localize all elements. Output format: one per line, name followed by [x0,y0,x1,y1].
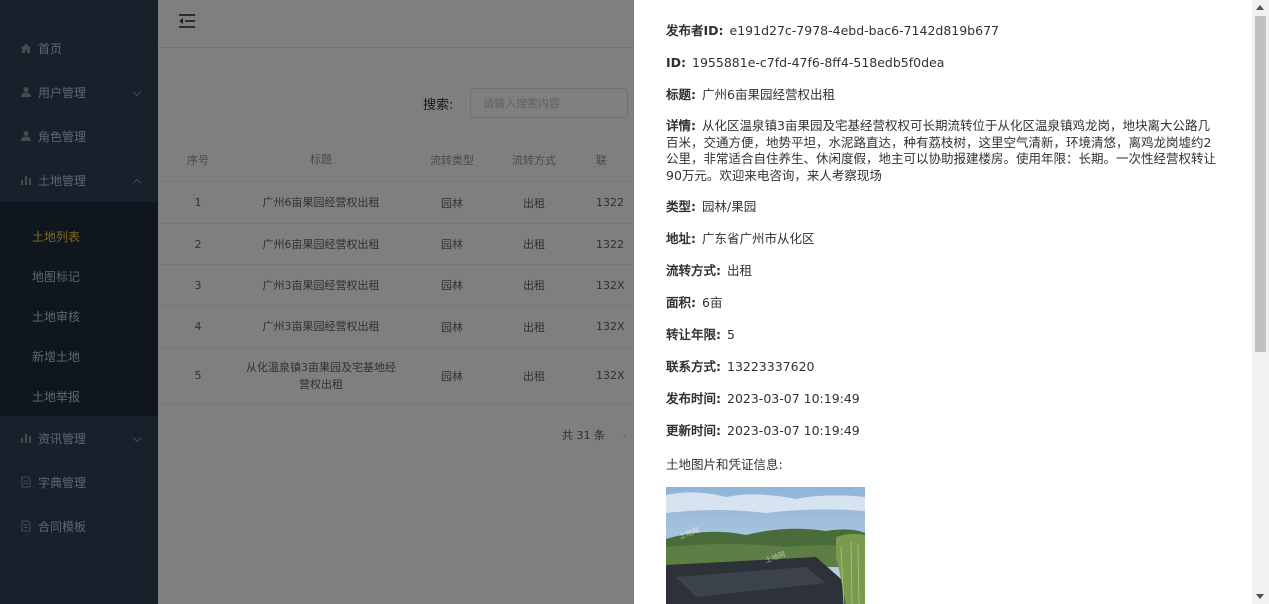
field-detail: 详情: 从化区温泉镇3亩果园及宅基经营权权可长期流转位于从化区温泉镇鸡龙岗，地块离… [666,118,1221,184]
field-key: 流转方式: [666,263,721,278]
field-key: 发布时间: [666,391,721,406]
field-value: 广州6亩果园经营权出租 [702,87,835,102]
field-update-time: 更新时间: 2023-03-07 10:19:49 [666,422,1221,440]
field-title: 标题: 广州6亩果园经营权出租 [666,86,1221,104]
field-value: 2023-03-07 10:19:49 [727,391,860,406]
field-key: 发布者ID: [666,23,724,38]
field-address: 地址: 广东省广州市从化区 [666,230,1221,248]
field-value: 6亩 [702,295,723,310]
field-value: 5 [727,327,735,342]
field-area: 面积: 6亩 [666,294,1221,312]
field-key: 更新时间: [666,423,721,438]
field-key: 类型: [666,199,696,214]
field-key: 面积: [666,295,696,310]
field-value: 1955881e-c7fd-47f6-8ff4-518edb5f0dea [692,55,945,70]
land-photo[interactable]: 土地网 土地网 [666,487,865,604]
field-type: 类型: 园林/果园 [666,198,1221,216]
drawer-overlay[interactable] [0,0,634,604]
drawer-body: 发布者ID: e191d27c-7978-4ebd-bac6-7142d819b6… [666,22,1221,604]
field-value: e191d27c-7978-4ebd-bac6-7142d819b677 [729,23,999,38]
field-publisher-id: 发布者ID: e191d27c-7978-4ebd-bac6-7142d819b6… [666,22,1221,40]
field-value: 园林/果园 [702,199,757,214]
field-key: 地址: [666,231,696,246]
field-publish-time: 发布时间: 2023-03-07 10:19:49 [666,390,1221,408]
scroll-up-icon[interactable] [1256,5,1264,10]
field-value: 2023-03-07 10:19:49 [727,423,860,438]
field-value: 13223337620 [727,359,815,374]
field-key: 转让年限: [666,327,721,342]
field-value: 从化区温泉镇3亩果园及宅基经营权权可长期流转位于从化区温泉镇鸡龙岗，地块离大公路… [666,118,1217,183]
field-id: ID: 1955881e-c7fd-47f6-8ff4-518edb5f0dea [666,54,1221,72]
field-key: 详情: [666,118,696,133]
field-key: 联系方式: [666,359,721,374]
field-key: 标题: [666,87,696,102]
field-value: 广东省广州市从化区 [702,231,815,246]
scroll-down-icon[interactable] [1256,594,1264,599]
drawer-scrollbar[interactable] [1252,0,1269,604]
image-caption: 土地图片和凭证信息: [666,457,783,472]
field-transfer-years: 转让年限: 5 [666,326,1221,344]
scroll-thumb[interactable] [1255,16,1266,352]
field-key: ID: [666,55,687,70]
detail-drawer: 发布者ID: e191d27c-7978-4ebd-bac6-7142d819b6… [634,0,1269,604]
field-contact: 联系方式: 13223337620 [666,358,1221,376]
field-value: 出租 [727,263,753,278]
field-transfer-method: 流转方式: 出租 [666,262,1221,280]
